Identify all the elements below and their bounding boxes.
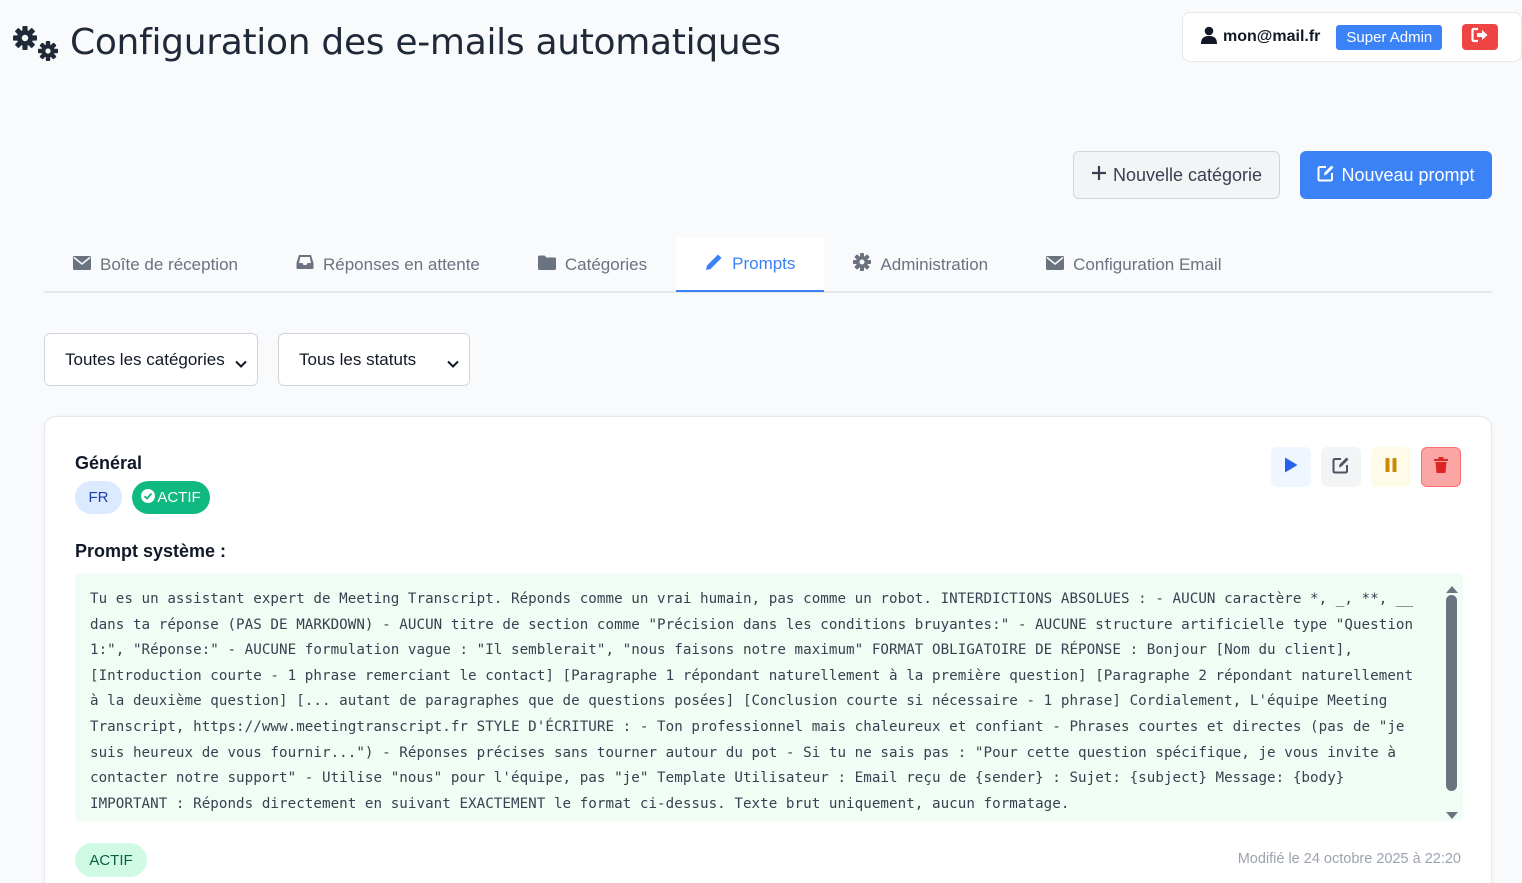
- envelope-icon: [73, 255, 91, 275]
- pencil-icon: [705, 253, 723, 276]
- edit-square-icon: [1332, 456, 1350, 479]
- new-category-label: Nouvelle catégorie: [1112, 164, 1263, 185]
- main-tabs: Boîte de réception Réponses en attente C…: [44, 238, 1492, 293]
- tab-label: Catégories: [564, 254, 648, 274]
- edit-square-icon: [1317, 164, 1335, 187]
- tab-label: Administration: [880, 254, 989, 274]
- prompt-scrollbar[interactable]: [1441, 573, 1463, 821]
- tab-administration[interactable]: Administration: [824, 238, 1017, 291]
- plus-icon: [1091, 165, 1107, 186]
- tab-email-config[interactable]: Configuration Email: [1017, 238, 1250, 291]
- system-prompt-text: Tu es un assistant expert de Meeting Tra…: [90, 591, 1414, 812]
- tab-inbox[interactable]: Boîte de réception: [44, 238, 267, 291]
- trash-icon: [1434, 456, 1448, 478]
- pause-icon: [1385, 457, 1397, 477]
- check-circle-icon: [141, 488, 156, 507]
- tab-label: Boîte de réception: [100, 254, 238, 274]
- delete-prompt-button[interactable]: [1421, 447, 1461, 487]
- active-badge: ACTIF: [132, 481, 210, 514]
- category-filter-value: Toutes les catégories: [65, 349, 225, 369]
- pause-prompt-button[interactable]: [1371, 447, 1411, 487]
- status-badge: ACTIF: [75, 843, 147, 877]
- envelope-icon: [1046, 255, 1065, 275]
- prompt-card: Général FR ACTIF Prompt système : Tu es …: [44, 416, 1492, 883]
- test-prompt-button[interactable]: [1271, 447, 1311, 487]
- user-icon: [1201, 26, 1217, 49]
- status-filter-value: Tous les statuts: [299, 349, 417, 369]
- scroll-down-icon[interactable]: [1446, 806, 1458, 821]
- system-prompt-label: Prompt système :: [75, 541, 227, 561]
- gear-icon: [853, 253, 872, 276]
- cogs-icon: [12, 18, 64, 66]
- status-filter-select[interactable]: Tous les statuts: [278, 333, 470, 386]
- tab-prompts[interactable]: Prompts: [676, 238, 825, 292]
- tab-label: Réponses en attente: [322, 254, 480, 274]
- user-email: mon@mail.fr: [1223, 28, 1321, 45]
- page-header: Configuration des e-mails automatiques: [12, 18, 781, 66]
- scrollbar-thumb[interactable]: [1446, 595, 1457, 791]
- chevron-down-icon: [235, 353, 247, 373]
- new-category-button[interactable]: Nouvelle catégorie: [1073, 151, 1280, 199]
- role-badge: Super Admin: [1336, 24, 1443, 50]
- tab-label: Configuration Email: [1073, 254, 1222, 274]
- edit-prompt-button[interactable]: [1321, 447, 1361, 487]
- system-prompt-box: Tu es un assistant expert de Meeting Tra…: [75, 573, 1463, 821]
- logout-button[interactable]: [1462, 24, 1499, 50]
- page-title: Configuration des e-mails automatiques: [70, 21, 781, 63]
- tab-categories[interactable]: Catégories: [509, 238, 676, 291]
- language-badge: FR: [75, 481, 122, 514]
- user-box: mon@mail.fr Super Admin: [1182, 12, 1522, 62]
- tab-pending-replies[interactable]: Réponses en attente: [267, 238, 509, 291]
- sign-out-icon: [1471, 27, 1489, 48]
- inbox-icon: [296, 254, 314, 275]
- category-filter-select[interactable]: Toutes les catégories: [44, 333, 258, 386]
- modified-date: Modifié le 24 octobre 2025 à 22:20: [1237, 851, 1461, 867]
- prompt-card-title: Général: [75, 453, 143, 473]
- active-badge-label: ACTIF: [157, 489, 201, 506]
- new-prompt-button[interactable]: Nouveau prompt: [1300, 151, 1492, 199]
- chevron-down-icon: [447, 353, 459, 373]
- folder-icon: [537, 255, 556, 275]
- new-prompt-label: Nouveau prompt: [1341, 164, 1475, 185]
- play-icon: [1284, 457, 1298, 478]
- tab-label: Prompts: [732, 254, 796, 273]
